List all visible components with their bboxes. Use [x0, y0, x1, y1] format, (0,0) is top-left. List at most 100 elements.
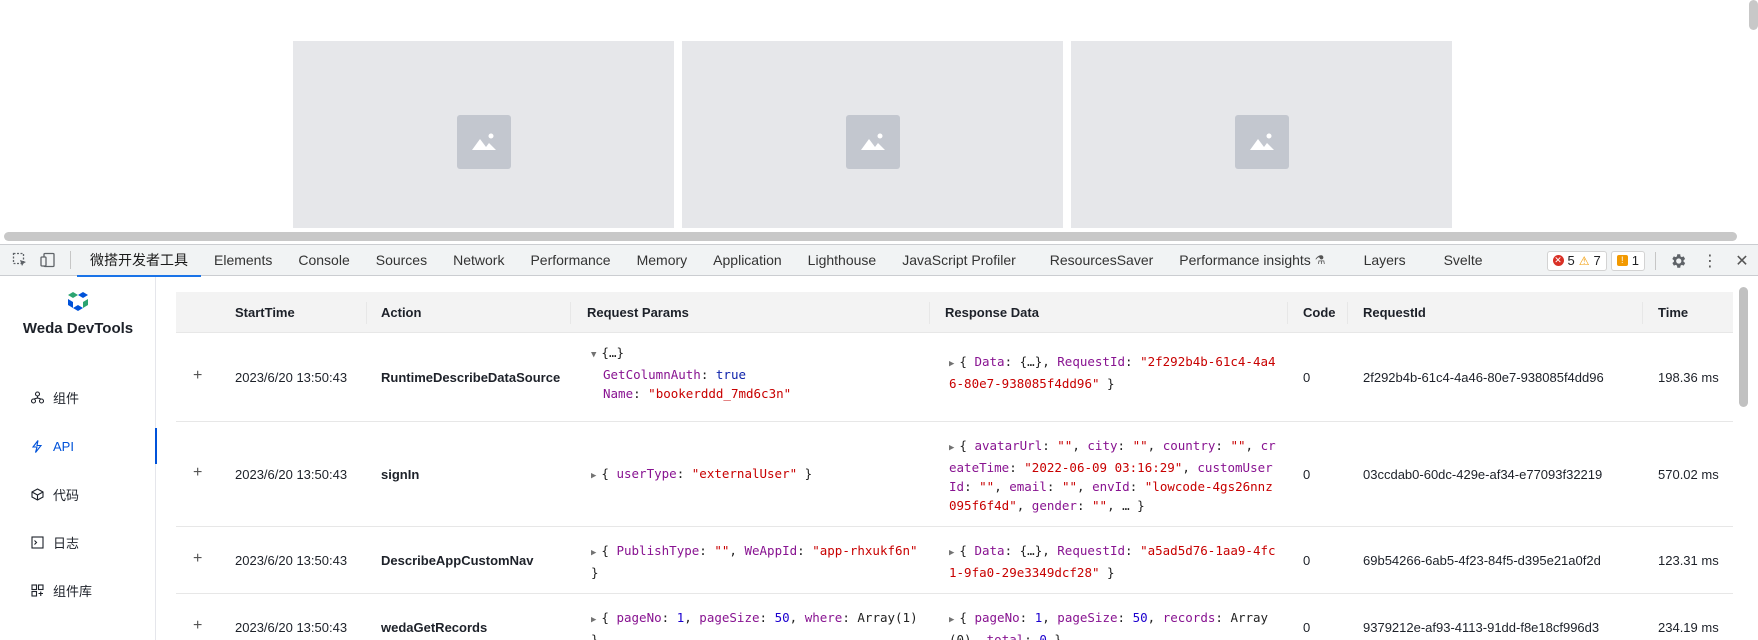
column-header-request-params[interactable]: Request Params — [575, 292, 689, 333]
inspect-element-icon[interactable] — [8, 248, 32, 272]
cell-code: 0 — [1303, 620, 1311, 635]
column-divider — [929, 302, 930, 324]
table-vertical-scrollbar[interactable] — [1739, 287, 1748, 407]
cell-request-params[interactable]: ▶{ PublishType: "", WeAppId: "app-rhxukf… — [591, 541, 921, 582]
tab-lighthouse[interactable]: Lighthouse — [795, 245, 890, 276]
sidebar-item-code[interactable]: 代码 — [0, 476, 156, 512]
sidebar-item-logs[interactable]: 日志 — [0, 524, 156, 560]
close-icon[interactable]: ✕ — [1726, 245, 1758, 276]
tab-resources-saver[interactable]: ResourcesSaver — [1037, 245, 1167, 276]
info-icon: ! — [1616, 255, 1628, 266]
vertical-scrollbar[interactable] — [1749, 0, 1758, 30]
gear-icon[interactable] — [1662, 245, 1694, 276]
cell-start-time: 2023/6/20 13:50:43 — [235, 553, 348, 568]
weda-logo: Weda DevTools — [0, 291, 156, 337]
expand-row-icon[interactable]: + — [193, 617, 202, 635]
page-preview — [0, 0, 1758, 228]
image-placeholder — [682, 41, 1063, 228]
cell-response-data[interactable]: ▶{ pageNo: 1, pageSize: 50, records: Arr… — [949, 608, 1279, 640]
table-row[interactable]: + 2023/6/20 13:50:43 RuntimeDescribeData… — [176, 333, 1733, 422]
tab-layers[interactable]: Layers — [1351, 245, 1419, 276]
expand-row-icon[interactable]: + — [193, 464, 202, 482]
tab-application[interactable]: Application — [700, 245, 795, 276]
tab-performance-insights[interactable]: Performance insights — [1166, 245, 1315, 276]
column-divider — [1642, 302, 1643, 324]
sidebar-item-component-library[interactable]: 组件库 — [0, 572, 156, 608]
cell-response-data[interactable]: ▶{ Data: {…}, RequestId: "a5ad5d76-1aa9-… — [949, 541, 1279, 582]
column-divider — [1347, 302, 1348, 324]
column-header-response-data[interactable]: Response Data — [933, 292, 1039, 333]
cell-code: 0 — [1303, 370, 1311, 385]
expand-triangle-icon: ▶ — [949, 359, 955, 369]
sidebar-item-label: API — [53, 438, 74, 454]
table-row[interactable]: + 2023/6/20 13:50:43 wedaGetRecords ▶{ p… — [176, 594, 1733, 640]
device-toolbar-icon[interactable] — [36, 248, 60, 272]
cell-request-params[interactable]: ▼ {…} GetColumnAuth: true Name: "bookerdd… — [591, 343, 931, 403]
tab-memory[interactable]: Memory — [624, 245, 701, 276]
toolbar-divider — [70, 251, 71, 269]
sidebar-item-components[interactable]: 组件 — [0, 379, 156, 415]
tab-sources[interactable]: Sources — [363, 245, 440, 276]
sidebar-item-api[interactable]: API — [0, 428, 157, 464]
cell-action: wedaGetRecords — [381, 620, 488, 635]
expand-triangle-icon: ▶ — [949, 615, 955, 625]
cell-start-time: 2023/6/20 13:50:43 — [235, 370, 348, 385]
lightning-icon — [30, 439, 44, 453]
tab-performance[interactable]: Performance — [517, 245, 623, 276]
expand-triangle-icon: ▶ — [591, 615, 597, 625]
weda-sidebar: Weda DevTools 组件 API 代码 日志 组件库 — [0, 277, 157, 640]
column-header-code[interactable]: Code — [1291, 292, 1336, 333]
column-header-time[interactable]: Time — [1646, 292, 1688, 333]
collapse-triangle-icon: ▼ — [591, 350, 597, 360]
cell-code: 0 — [1303, 467, 1311, 482]
component-tree-icon — [30, 390, 44, 404]
cell-request-params[interactable]: ▶{ pageNo: 1, pageSize: 50, where: Array… — [591, 608, 921, 640]
cell-response-data[interactable]: ▶{ Data: {…}, RequestId: "2f292b4b-61c4-… — [949, 352, 1279, 393]
cell-action: RuntimeDescribeDataSource — [381, 370, 561, 385]
expand-row-icon[interactable]: + — [193, 367, 202, 385]
image-icon — [457, 115, 511, 169]
issues-info-counter[interactable]: ! 1 — [1610, 250, 1645, 271]
cell-code: 0 — [1303, 553, 1311, 568]
tab-elements[interactable]: Elements — [201, 245, 285, 276]
cell-start-time: 2023/6/20 13:50:43 — [235, 620, 348, 635]
flask-icon: ⚗ — [1314, 253, 1326, 267]
issues-counter[interactable]: ✕ 5 ⚠ 7 — [1546, 250, 1607, 271]
expand-row-icon[interactable]: + — [193, 550, 202, 568]
column-divider — [366, 302, 367, 324]
column-header-action[interactable]: Action — [369, 292, 421, 333]
toolbar-right: ✕ 5 ⚠ 7 ! 1 ⋮ ✕ — [1546, 245, 1758, 276]
cell-request-id: 03ccdab0-60dc-429e-af34-e77093f32219 — [1363, 467, 1603, 482]
params-line: Name: "bookerddd_7md6c3n" — [603, 386, 792, 401]
cell-request-params[interactable]: ▶{ userType: "externalUser" } — [591, 464, 931, 486]
cell-request-id: 69b54266-6ab5-4f23-84f5-d395e21a0f2d — [1363, 553, 1601, 568]
image-icon — [846, 115, 900, 169]
devtools-tabbar: 微搭开发者工具 Elements Console Sources Network… — [0, 244, 1758, 277]
error-count: 5 — [1567, 253, 1575, 268]
more-options-icon[interactable]: ⋮ — [1694, 245, 1726, 276]
horizontal-scrollbar[interactable] — [4, 232, 1737, 241]
column-header-starttime[interactable]: StartTime — [223, 292, 295, 333]
cell-time: 123.31 ms — [1658, 553, 1719, 568]
column-header-requestid[interactable]: RequestId — [1351, 292, 1426, 333]
logo-text: Weda DevTools — [22, 320, 134, 337]
warning-icon: ⚠ — [1578, 253, 1590, 268]
cell-response-data[interactable]: ▶{ avatarUrl: "", city: "", country: "",… — [949, 436, 1279, 515]
cell-time: 570.02 ms — [1658, 467, 1719, 482]
table-row[interactable]: + 2023/6/20 13:50:43 DescribeAppCustomNa… — [176, 527, 1733, 594]
tab-javascript-profiler[interactable]: JavaScript Profiler — [889, 245, 1029, 276]
api-request-table: StartTime Action Request Params Response… — [176, 277, 1733, 640]
tab-network[interactable]: Network — [440, 245, 517, 276]
cell-request-id: 9379212e-af93-4113-91dd-f8e18cf996d3 — [1363, 620, 1600, 635]
table-row[interactable]: + 2023/6/20 13:50:43 signIn ▶{ userType:… — [176, 422, 1733, 527]
cell-time: 198.36 ms — [1658, 370, 1719, 385]
image-placeholder — [293, 41, 674, 228]
image-icon — [1235, 115, 1289, 169]
tab-svelte[interactable]: Svelte — [1431, 245, 1496, 276]
tab-weda-devtools[interactable]: 微搭开发者工具 — [77, 245, 201, 277]
cell-time: 234.19 ms — [1658, 620, 1719, 635]
sidebar-item-label: 代码 — [53, 487, 80, 503]
tab-console[interactable]: Console — [285, 245, 362, 276]
params-line: GetColumnAuth: true — [603, 367, 747, 382]
cell-action: signIn — [381, 467, 420, 482]
